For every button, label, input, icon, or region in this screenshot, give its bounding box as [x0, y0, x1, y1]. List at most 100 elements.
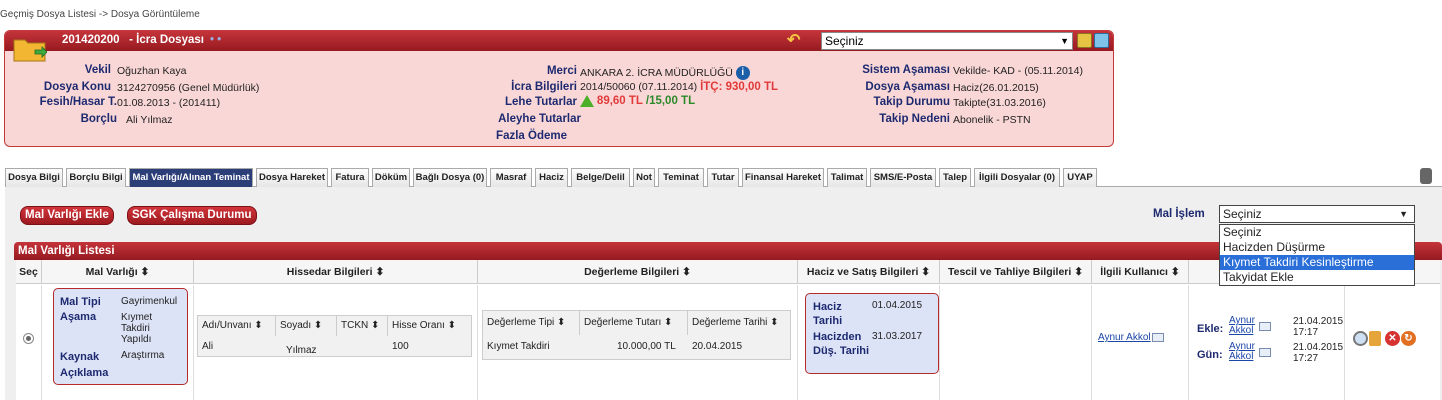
mail-icon[interactable]	[1259, 322, 1271, 331]
mail-icon[interactable]	[1151, 332, 1164, 342]
file-stage-label: Dosya Aşaması	[865, 81, 950, 93]
court-value: ANKARA 2. İCRA MÜDÜRLÜĞÜ i	[580, 66, 750, 80]
tab-mal-varligi[interactable]: Mal Varlığı/Alınan Teminat	[129, 168, 253, 187]
lawyer-label: Vekil	[84, 64, 111, 76]
user-cell: Aynur Akkol	[1092, 285, 1189, 400]
execution-value: 2014/50060 (07.11.2014) İTÇ: 930,00 TL	[580, 81, 779, 93]
asset-action-label: Mal İşlem	[1153, 208, 1205, 220]
shareholder-ratio: 100	[392, 341, 409, 352]
undo-icon[interactable]: ↶	[787, 32, 807, 50]
sgk-status-button[interactable]: SGK Çalışma Durumu	[127, 206, 257, 225]
delete-icon[interactable]: ✕	[1385, 331, 1400, 346]
col-seizure[interactable]: Haciz ve Satış Bilgileri ⬍	[798, 260, 940, 284]
asset-action-select[interactable]: Seçiniz ▼	[1219, 205, 1415, 223]
lehe-value: 89,60 TL /15,00 TL	[580, 95, 695, 108]
col-user[interactable]: İlgili Kullanıcı ⬍	[1092, 260, 1189, 284]
history-icon[interactable]: ↻	[1401, 331, 1416, 346]
valuation-type: Kıymet Takdiri	[487, 341, 550, 352]
file-panel: 201420200 - İcra Dosyası • • ↶ Seçiniz ▼ V…	[4, 30, 1114, 147]
court-label: Merci	[546, 65, 577, 77]
tab-finansal-hareket[interactable]: Finansal Hareket	[742, 168, 824, 187]
file-header: 201420200 - İcra Dosyası • • ↶ Seçiniz ▼	[5, 31, 1113, 51]
shareholder-tckn	[337, 337, 341, 357]
info-icon[interactable]: i	[735, 66, 750, 80]
file-title: 201420200 - İcra Dosyası • •	[62, 34, 222, 46]
shareholder-cell: Adı/Unvanı ⬍ Soyadı ⬍ TCKN ⬍ Hisse Oranı…	[194, 285, 478, 400]
tab-fatura[interactable]: Fatura	[331, 168, 369, 187]
add-asset-button[interactable]: Mal Varlığı Ekle	[20, 206, 114, 225]
tab-dosya-hareket[interactable]: Dosya Hareket	[256, 168, 328, 187]
lehe-label: Lehe Tutarlar	[505, 96, 577, 108]
valuation-table: Değerleme Tipi ⬍ Değerleme Tutarı ⬍ Değe…	[482, 310, 791, 360]
system-stage-value: Vekilde- KAD - (05.11.2014)	[953, 65, 1083, 77]
asset-cell: Mal Tipi Gayrimenkul Aşama Kıymet Takdir…	[42, 285, 194, 400]
tab-teminat[interactable]: Teminat	[658, 168, 704, 187]
search-icon[interactable]	[1353, 331, 1368, 346]
shareholder-name: Ali	[202, 341, 214, 352]
row-radio[interactable]	[23, 333, 34, 344]
tracking-reason-value: Abonelik - PSTN	[953, 114, 1031, 126]
asset-action-dropdown: Seçiniz Hacizden Düşürme Kıymet Takdiri …	[1219, 224, 1415, 286]
tab-ilgili-dosyalar[interactable]: İlgili Dosyalar (0)	[974, 168, 1060, 187]
audit-cell: Ekle: Aynur Akkol 21.04.2015 17:17 Gün: …	[1189, 285, 1345, 400]
tab-dokum[interactable]: Döküm	[372, 168, 410, 187]
col-asset[interactable]: Mal Varlığı ⬍	[42, 260, 194, 284]
tab-uyap[interactable]: UYAP	[1063, 168, 1097, 187]
subject-label: Dosya Konu	[43, 81, 111, 93]
tab-sms-eposta[interactable]: SMS/E-Posta	[870, 168, 936, 187]
tracking-status-value: Takipte(31.03.2016)	[953, 97, 1046, 109]
shareholder-table: Adı/Unvanı ⬍ Soyadı ⬍ TCKN ⬍ Hisse Oranı…	[197, 315, 472, 357]
tab-borclu-bilgi[interactable]: Borçlu Bilgi	[66, 168, 126, 187]
actions-cell: ✕ ↻	[1345, 285, 1440, 400]
refresh-icon[interactable]	[1094, 33, 1109, 48]
debtor-value: Ali Yılmaz	[126, 114, 173, 126]
col-registration[interactable]: Tescil ve Tahliye Bilgileri ⬍	[940, 260, 1092, 284]
shareholder-surname: Yılmaz	[286, 345, 317, 356]
col-valuation[interactable]: Değerleme Bilgileri ⬍	[478, 260, 798, 284]
tab-masraf[interactable]: Masraf	[490, 168, 532, 187]
tab-bagli-dosya[interactable]: Bağlı Dosya (0)	[413, 168, 487, 187]
created-by-link[interactable]: Aynur Akkol	[1229, 316, 1257, 336]
user-link[interactable]: Aynur Akkol	[1098, 332, 1151, 343]
updated-by-link[interactable]: Aynur Akkol	[1229, 342, 1257, 362]
termination-label: Fesih/Hasar T.	[39, 96, 117, 108]
tracking-status-label: Takip Durumu	[873, 96, 950, 108]
dropdown-option[interactable]: Hacizden Düşürme	[1220, 240, 1414, 255]
seizure-cell: Haciz Tarihi 01.04.2015 Hacizden Düş. Ta…	[798, 285, 940, 400]
arrow-up-icon	[580, 95, 594, 108]
itc-amount: İTÇ: 930,00 TL	[700, 81, 779, 93]
header-select[interactable]: Seçiniz ▼	[821, 32, 1073, 50]
dropdown-option[interactable]: Takyidat Ekle	[1220, 270, 1414, 285]
tab-dosya-bilgi[interactable]: Dosya Bilgi	[5, 168, 63, 187]
edit-icon[interactable]	[1369, 331, 1381, 346]
dropdown-option[interactable]: Seçiniz	[1220, 225, 1414, 240]
registration-cell	[940, 285, 1092, 400]
valuation-cell: Değerleme Tipi ⬍ Değerleme Tutarı ⬍ Değe…	[478, 285, 798, 400]
tab-not[interactable]: Not	[633, 168, 655, 187]
dropdown-option-selected[interactable]: Kıymet Takdiri Kesinleştirme	[1220, 255, 1414, 270]
col-shareholder[interactable]: Hissedar Bilgileri ⬍	[194, 260, 478, 284]
valuation-amount: 10.000,00 TL	[617, 341, 676, 352]
tab-belge-delil[interactable]: Belge/Delil	[571, 168, 630, 187]
tab-bar: Dosya Bilgi Borçlu Bilgi Mal Varlığı/Alı…	[5, 168, 1442, 187]
system-stage-label: Sistem Aşaması	[862, 64, 950, 76]
tab-talep[interactable]: Talep	[939, 168, 971, 187]
termination-value: 01.08.2013 - (201411)	[117, 97, 221, 109]
debtor-label: Borçlu	[80, 113, 117, 125]
asset-tab-content: Mal Varlığı Ekle SGK Çalışma Durumu Mal …	[5, 187, 1442, 400]
subject-value: 3124270956 (Genel Müdürlük)	[117, 82, 260, 94]
col-select: Seç	[16, 260, 42, 284]
overpayment-label: Fazla Ödeme	[496, 130, 567, 142]
tab-haciz[interactable]: Haciz	[535, 168, 568, 187]
execution-label: İcra Bilgileri	[511, 81, 577, 93]
tab-talimat[interactable]: Talimat	[827, 168, 867, 187]
lawyer-value: Oğuzhan Kaya	[117, 65, 187, 77]
mail-icon[interactable]	[1259, 348, 1271, 357]
settings-icon[interactable]	[1420, 168, 1432, 184]
add-note-icon[interactable]	[1077, 33, 1092, 48]
valuation-date: 20.04.2015	[692, 341, 743, 352]
aleyhe-label: Aleyhe Tutarlar	[498, 113, 581, 125]
tab-tutar[interactable]: Tutar	[707, 168, 739, 187]
seizure-info-box: Haciz Tarihi 01.04.2015 Hacizden Düş. Ta…	[805, 293, 939, 374]
folder-icon	[13, 39, 47, 62]
